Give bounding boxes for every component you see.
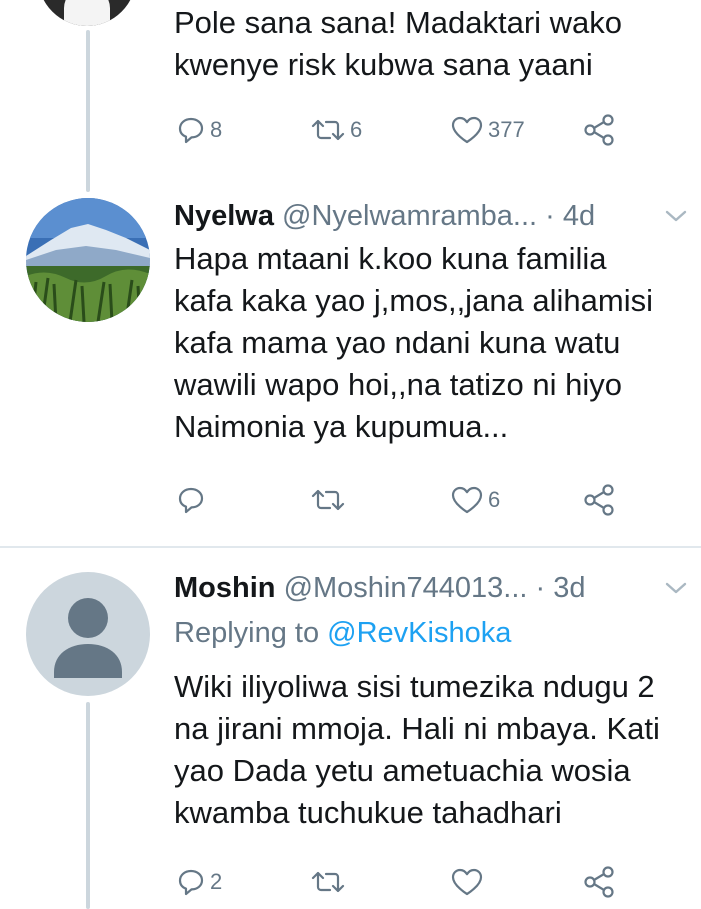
reply-button[interactable]: 8 (176, 108, 222, 152)
share-button[interactable] (582, 108, 616, 152)
like-button[interactable]: 6 (450, 478, 500, 522)
handle[interactable]: @Nyelwamramba... (282, 200, 537, 232)
retweet-icon (311, 119, 345, 141)
chevron-down-icon[interactable] (664, 208, 688, 224)
tweet-3[interactable]: Moshin @Moshin744013... · 3d Replying to… (0, 548, 701, 909)
avatar[interactable] (38, 0, 136, 26)
avatar[interactable] (26, 198, 150, 322)
handle[interactable]: @Moshin744013... (284, 572, 528, 604)
heart-icon (451, 486, 483, 514)
reply-count: 8 (210, 117, 223, 142)
retweet-count: 6 (350, 117, 363, 142)
share-button[interactable] (582, 860, 616, 904)
reply-button[interactable]: 2 (176, 860, 222, 904)
share-icon (584, 866, 614, 898)
like-count: 6 (488, 487, 501, 512)
tweet-1[interactable]: Pole sana sana! Madaktari wako kwenye ri… (0, 0, 701, 192)
reply-icon (178, 117, 204, 144)
tweet-2[interactable]: Nyelwa @Nyelwamramba... · 4d Hapa mtaani… (0, 182, 701, 548)
chevron-down-icon[interactable] (664, 580, 688, 596)
tweet-text: Wiki iliyoliwa sisi tumezika ndugu 2 na … (174, 669, 660, 830)
display-name[interactable]: Nyelwa (174, 200, 274, 232)
reply-icon (178, 869, 204, 896)
default-profile-icon (54, 598, 122, 678)
like-button[interactable]: 377 (450, 108, 525, 152)
tweet-text: Hapa mtaani k.koo kuna familia kafa kaka… (174, 241, 654, 444)
retweet-icon (311, 489, 345, 511)
reply-icon (178, 487, 204, 514)
retweet-button[interactable] (310, 478, 350, 522)
like-button[interactable] (450, 860, 488, 904)
reply-button[interactable] (176, 478, 210, 522)
thread-line (86, 30, 90, 192)
heart-icon (451, 116, 483, 144)
like-count: 377 (488, 117, 525, 142)
tweet-actions: 8 6 377 (172, 108, 652, 152)
tweet-actions: 6 (172, 478, 652, 522)
tweet-actions: 2 (172, 860, 652, 904)
heart-icon (451, 868, 483, 896)
reply-count: 2 (210, 869, 223, 894)
share-icon (584, 484, 614, 516)
replying-to: Replying to @RevKishoka (174, 617, 512, 649)
timestamp[interactable]: · 4d (545, 200, 595, 232)
tweet-header: Nyelwa @Nyelwamramba... · 4d (174, 198, 595, 234)
share-button[interactable] (582, 478, 616, 522)
retweet-icon (311, 871, 345, 893)
avatar[interactable] (26, 572, 150, 696)
retweet-button[interactable] (310, 860, 350, 904)
thread-line (86, 702, 90, 909)
tweet-header: Moshin @Moshin744013... · 3d (174, 570, 585, 606)
avatar-landscape-image (26, 198, 150, 322)
timestamp[interactable]: · 3d (536, 572, 586, 604)
retweet-button[interactable]: 6 (310, 108, 362, 152)
share-icon (584, 114, 614, 146)
replying-to-handle[interactable]: @RevKishoka (327, 617, 511, 649)
tweet-text: Pole sana sana! Madaktari wako kwenye ri… (174, 5, 623, 82)
display-name[interactable]: Moshin (174, 572, 276, 604)
